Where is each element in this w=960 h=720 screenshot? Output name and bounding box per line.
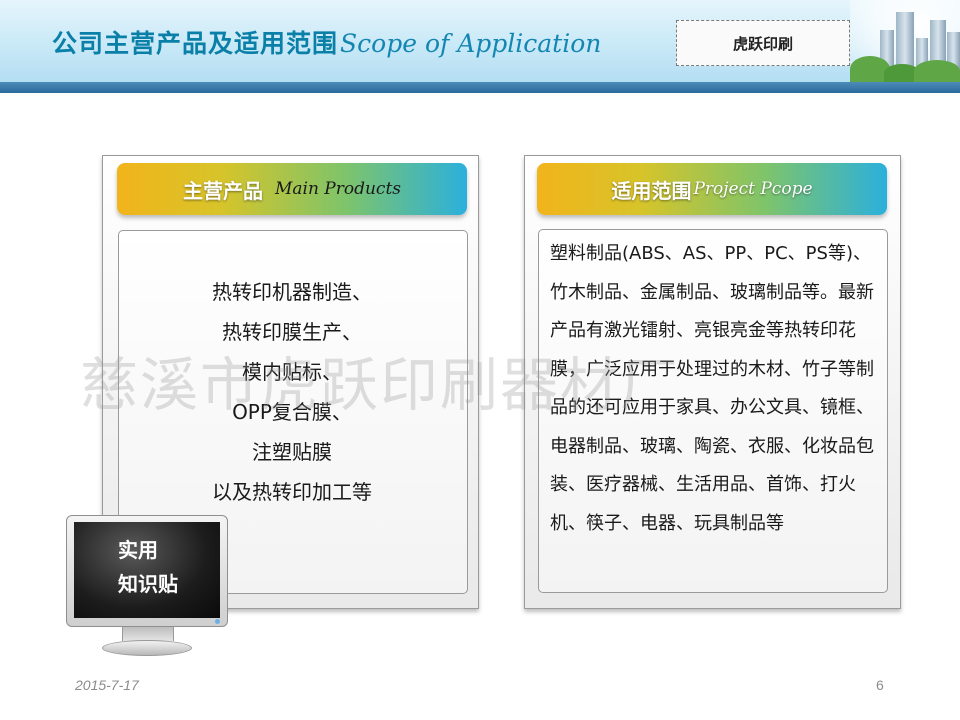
page-title: 公司主营产品及适用范围 Scope of Application xyxy=(52,24,601,64)
main-products-title-en: Main Products xyxy=(274,179,402,199)
page-number: 6 xyxy=(876,677,884,693)
power-led-icon xyxy=(215,619,220,624)
list-item: 热转印机器制造、 xyxy=(212,280,372,304)
application-scope-header: 适用范围 Project Pcope xyxy=(537,163,887,215)
list-item: OPP复合膜、 xyxy=(232,400,352,424)
brand-label: 虎跃印刷 xyxy=(676,20,850,66)
footer-date: 2015-7-17 xyxy=(75,677,139,693)
monitor-neck xyxy=(122,627,174,641)
monitor-graphic: 实用 知识贴 xyxy=(66,515,228,657)
header-divider-bar xyxy=(0,82,960,93)
main-products-title-cn: 主营产品 xyxy=(182,178,263,203)
application-scope-title-cn: 适用范围 xyxy=(611,178,692,203)
list-item: 热转印膜生产、 xyxy=(222,320,362,344)
city-skyline-image xyxy=(850,0,960,82)
list-item: 模内贴标、 xyxy=(242,360,342,384)
application-scope-title-en: Project Pcope xyxy=(693,179,813,199)
main-products-header: 主营产品 Main Products xyxy=(117,163,467,215)
monitor-stand xyxy=(102,640,192,656)
list-item: 注塑贴膜 xyxy=(252,440,332,464)
application-scope-text: 塑料制品(ABS、AS、PP、PC、PS等)、竹木制品、金属制品、玻璃制品等。最… xyxy=(550,243,874,534)
list-item: 以及热转印加工等 xyxy=(212,480,372,504)
page-title-chinese: 公司主营产品及适用范围 xyxy=(52,29,339,58)
monitor-caption-line2: 知识贴 xyxy=(118,572,178,596)
page-title-english: Scope of Application xyxy=(340,29,602,58)
monitor-caption: 实用 知识贴 xyxy=(118,533,178,601)
main-products-list: 热转印机器制造、 热转印膜生产、 模内贴标、 OPP复合膜、 注塑贴膜 以及热转… xyxy=(118,272,466,512)
monitor-caption-line1: 实用 xyxy=(118,538,158,562)
